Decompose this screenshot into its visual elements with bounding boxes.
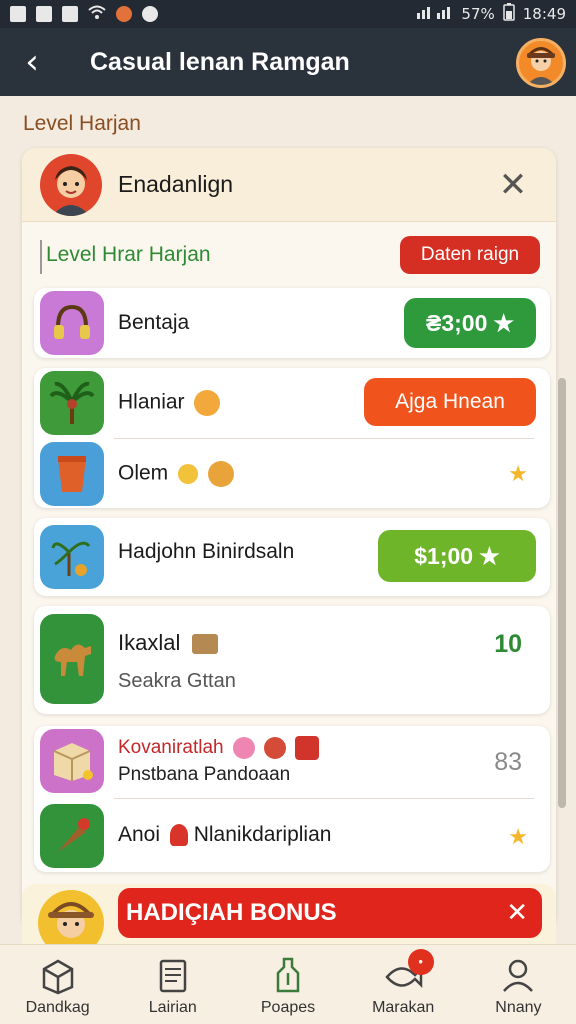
item-title: Olem (118, 461, 234, 487)
level-subheading: Level Hrar Harjan (40, 240, 211, 274)
action-button[interactable]: Ajga Hnean (364, 378, 536, 426)
app-notification-icon (10, 6, 26, 22)
item-title: Hlaniar (118, 390, 221, 416)
price-button[interactable]: ₴3;00 ★ (404, 298, 536, 348)
price-label: $1;00 (414, 542, 474, 569)
level-card: Enadanlign ✕ Level Hrar Harjan Daten rai… (22, 148, 566, 928)
nav-label: Poapes (260, 999, 316, 1016)
item-title: Ikaxlal (118, 630, 219, 656)
item-title: Kovaniratlah (118, 736, 320, 760)
item-value: 10 (494, 630, 522, 658)
list-item[interactable]: Bentaja ₴3;00 ★ (34, 288, 550, 358)
nav-item-dandkag[interactable]: Dandkag (0, 945, 115, 1024)
nav-label: Marakan (372, 999, 435, 1016)
list-group: Hlaniar Ajga Hnean Olem ★ (34, 368, 550, 508)
nav-item-nnany[interactable]: Nnany (461, 945, 576, 1024)
camel-icon (40, 614, 104, 704)
sparkle-icon (178, 464, 199, 484)
star-icon: ★ (493, 309, 514, 336)
headphones-icon (40, 291, 104, 355)
pig-emoji-icon (232, 737, 255, 759)
bonus-button[interactable]: HADIÇIAH BONUS ✕ (118, 888, 542, 938)
lion-emoji-icon (207, 461, 234, 487)
scrollbar[interactable] (558, 378, 566, 808)
divider (114, 798, 534, 799)
notification-icons (10, 5, 158, 23)
bottom-nav: Dandkag Lairian Poapes • Marakan Nnany (0, 944, 576, 1024)
candy-emoji-icon (264, 737, 287, 759)
bonus-banner: HADIÇIAH BONUS ✕ (22, 884, 556, 956)
star-icon: ★ (479, 542, 500, 569)
plant-icon (40, 525, 104, 589)
item-subtitle: Seakra Gttan (118, 670, 236, 692)
image-notification-icon (36, 6, 52, 22)
nav-label: Dandkag (25, 999, 90, 1016)
bottle-icon (276, 957, 300, 993)
messenger-icon (142, 6, 158, 22)
list-item[interactable]: Ikaxlal Seakra Gttan 10 (34, 606, 550, 714)
profile-avatar[interactable] (516, 38, 566, 88)
nav-label: Nnany (495, 999, 542, 1016)
document-icon (159, 959, 187, 993)
user-avatar (40, 153, 102, 216)
cell-signal-icon (417, 5, 453, 23)
cup-icon (40, 442, 104, 506)
chrome-icon (116, 6, 132, 22)
smile-emoji-icon (194, 390, 221, 416)
divider (114, 438, 534, 439)
palm-tree-icon (40, 371, 104, 435)
item-value: 83 (494, 748, 522, 776)
close-icon: ✕ (498, 165, 528, 205)
gift-icon (295, 736, 320, 760)
mail-notification-icon (62, 6, 78, 22)
battery-icon (503, 3, 515, 25)
star-icon: ★ (508, 461, 528, 486)
page-title: Casual lenan Ramgan (90, 47, 350, 76)
nav-label: Lairian (148, 999, 197, 1016)
box-icon (40, 729, 104, 793)
ribbon-icon (169, 824, 188, 847)
carrot-icon (40, 804, 104, 868)
nav-item-lairian[interactable]: Lairian (115, 945, 230, 1024)
crate-icon (192, 634, 219, 655)
bonus-label: HADIÇIAH BONUS (126, 899, 337, 926)
item-title: Hadjohn Binirdsaln (118, 540, 295, 563)
notification-badge: • (407, 949, 434, 975)
chevron-left-icon: ‹ (25, 42, 39, 82)
close-button[interactable]: ✕ (494, 166, 532, 204)
item-title: Anoi Nlanikdariplian (118, 823, 332, 847)
wifi-icon (88, 5, 106, 23)
status-bar: 57% 18:49 (0, 0, 576, 28)
nav-item-marakan[interactable]: • Marakan (346, 945, 461, 1024)
user-name: Enadanlign (118, 171, 234, 197)
person-icon (503, 959, 534, 992)
star-icon: ★ (508, 824, 528, 849)
clock: 18:49 (522, 5, 566, 23)
item-title: Bentaja (118, 311, 190, 334)
price-button[interactable]: $1;00 ★ (378, 530, 536, 582)
header-action-button[interactable]: Daten raign (400, 236, 540, 274)
box-icon (42, 959, 73, 995)
back-button[interactable]: ‹ (0, 28, 64, 96)
nav-item-poapes[interactable]: Poapes (230, 945, 345, 1024)
list-group: Kovaniratlah Pnstbana Pandoaan 83 Anoi N… (34, 726, 550, 872)
list-item[interactable]: Hadjohn Binirdsaln $1;00 ★ (34, 518, 550, 596)
battery-level: 57% (461, 5, 495, 23)
app-bar: ‹ Casual lenan Ramgan (0, 28, 576, 96)
item-subtitle: Pnstbana Pandoaan (118, 764, 291, 785)
card-header: Enadanlign ✕ (22, 148, 556, 222)
price-label: ₴3;00 (426, 309, 488, 336)
close-icon[interactable]: ✕ (506, 888, 528, 938)
section-title: Level Harjan (23, 112, 141, 135)
